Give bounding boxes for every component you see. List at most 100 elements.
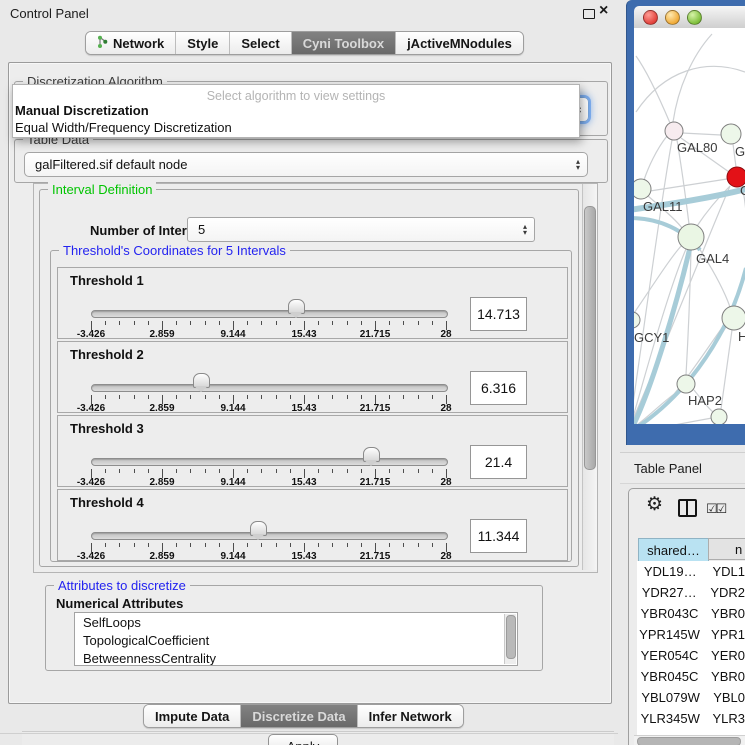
slider-tick-label: 21.715 xyxy=(360,329,391,340)
network-edge[interactable] xyxy=(650,179,727,191)
float-window-icon[interactable] xyxy=(583,9,595,19)
slider-handle[interactable] xyxy=(363,447,380,462)
slider-tick xyxy=(432,469,433,473)
table-row[interactable]: YBR045CYBR0 xyxy=(637,666,745,687)
slider-tick xyxy=(318,469,319,473)
close-icon[interactable]: × xyxy=(599,2,608,20)
network-canvas[interactable]: GAL80GACGAL11GAL4GCY1HHAP2 xyxy=(634,28,745,424)
number-of-intervals-value: 5 xyxy=(198,222,205,237)
cell-shared-name[interactable]: YDL19… xyxy=(637,561,703,582)
slider-tick xyxy=(318,321,319,325)
cell-shared-name[interactable]: YBL079W xyxy=(637,687,704,708)
cell-name[interactable]: YBR0 xyxy=(702,603,745,624)
network-node-hap2[interactable] xyxy=(677,375,695,393)
slider-tick xyxy=(418,321,419,325)
slider-handle[interactable] xyxy=(193,373,210,388)
network-window-titlebar[interactable] xyxy=(634,6,745,29)
cell-shared-name[interactable]: YLR345W xyxy=(637,708,703,729)
slider-tick-label: 28 xyxy=(440,477,451,488)
threshold-value[interactable]: 6.316 xyxy=(470,371,527,405)
attributes-group: Attributes to discretize Numerical Attri… xyxy=(45,585,543,671)
tab-jactivemnodules[interactable]: jActiveMNodules xyxy=(395,32,523,54)
table-panel-title: Table Panel xyxy=(634,461,702,476)
gear-icon[interactable]: ⚙ xyxy=(646,495,663,514)
slider-tick xyxy=(432,321,433,325)
popup-option-equal-width-frequency[interactable]: Equal Width/Frequency Discretization xyxy=(15,120,232,135)
table-row[interactable]: YLR345WYLR3 xyxy=(637,708,745,729)
network-node-gal4[interactable] xyxy=(678,224,704,250)
attribute-list-item[interactable]: TopologicalCoefficient xyxy=(75,631,517,649)
table-row[interactable]: YDR27…YDR2 xyxy=(637,582,745,603)
popup-option-manual-discretization[interactable]: Manual Discretization xyxy=(15,103,149,118)
network-node-gal11[interactable] xyxy=(634,179,651,199)
tab-style[interactable]: Style xyxy=(175,32,229,54)
slider-handle[interactable] xyxy=(250,521,267,536)
cell-name[interactable]: YPR1 xyxy=(702,624,745,645)
zoom-traffic-light-icon[interactable] xyxy=(687,10,702,25)
minimize-traffic-light-icon[interactable] xyxy=(665,10,680,25)
cell-name[interactable]: YDL1 xyxy=(703,561,745,582)
slider-handle[interactable] xyxy=(288,299,305,314)
cell-name[interactable]: YBL0 xyxy=(704,687,745,708)
table-data-selected-value: galFiltered.sif default node xyxy=(35,157,187,172)
cell-shared-name[interactable]: YPR145W xyxy=(637,624,702,645)
table-row[interactable]: YBR043CYBR0 xyxy=(637,603,745,624)
slider-tick-label: 15.43 xyxy=(291,551,316,562)
slider-tick xyxy=(219,321,220,325)
network-edge[interactable] xyxy=(644,136,667,180)
network-node-ga[interactable] xyxy=(721,124,741,144)
list-scrollbar-thumb[interactable] xyxy=(506,615,516,659)
tab-discretize-data[interactable]: Discretize Data xyxy=(240,705,356,727)
network-node[interactable] xyxy=(711,409,727,424)
apply-button[interactable]: Apply xyxy=(268,734,338,745)
list-scrollbar-track[interactable] xyxy=(504,614,516,664)
cell-name[interactable]: YLR3 xyxy=(703,708,745,729)
network-node-h[interactable] xyxy=(722,306,745,330)
network-edge[interactable] xyxy=(636,66,745,112)
table-data-select[interactable]: galFiltered.sif default node ▴▾ xyxy=(24,152,588,177)
numerical-attributes-list[interactable]: SelfLoopsTopologicalCoefficientBetweenne… xyxy=(74,612,518,666)
network-edge[interactable] xyxy=(636,56,670,123)
threshold-value[interactable]: 11.344 xyxy=(470,519,527,553)
attribute-list-item[interactable]: SelfLoops xyxy=(75,613,517,631)
network-edge[interactable] xyxy=(721,330,732,409)
table-row[interactable]: YBL079WYBL0 xyxy=(637,687,745,708)
table-hscrollbar-track[interactable] xyxy=(634,735,745,745)
table-row[interactable]: YPR145WYPR1 xyxy=(637,624,745,645)
network-node-gal80[interactable] xyxy=(665,122,683,140)
threshold-value[interactable]: 21.4 xyxy=(470,445,527,479)
tab-impute-data[interactable]: Impute Data xyxy=(144,705,240,727)
attribute-list-item[interactable]: BetweennessCentrality xyxy=(75,649,517,666)
tab-cyni-toolbox[interactable]: Cyni Toolbox xyxy=(291,32,395,54)
cell-name[interactable]: YER0 xyxy=(702,645,745,666)
cell-shared-name[interactable]: YDR27… xyxy=(637,582,701,603)
split-columns-icon[interactable] xyxy=(678,499,697,517)
close-traffic-light-icon[interactable] xyxy=(643,10,658,25)
cell-shared-name[interactable]: YBR045C xyxy=(637,666,702,687)
checkboxes-icon[interactable]: ☑☑ xyxy=(706,501,725,517)
threshold-value[interactable]: 14.713 xyxy=(470,297,527,331)
column-header-name[interactable]: n xyxy=(708,538,745,560)
table-row[interactable]: YER054CYER0 xyxy=(637,645,745,666)
cell-shared-name[interactable]: YBR043C xyxy=(637,603,702,624)
slider-tick-label: 2.859 xyxy=(149,477,174,488)
main-scrollbar-thumb[interactable] xyxy=(584,206,596,470)
slider-tick xyxy=(403,395,404,399)
network-edge[interactable] xyxy=(682,133,721,135)
combo-arrows-icon[interactable]: ▴▾ xyxy=(576,159,580,171)
tab-infer-network[interactable]: Infer Network xyxy=(357,705,463,727)
table-hscrollbar-thumb[interactable] xyxy=(637,737,741,745)
tab-network[interactable]: Network xyxy=(86,32,175,54)
tab-select[interactable]: Select xyxy=(229,32,290,54)
table-row[interactable]: YDL19…YDL1 xyxy=(637,561,745,582)
cell-shared-name[interactable]: YER054C xyxy=(637,645,702,666)
slider-tick xyxy=(119,395,120,399)
network-node-gcy1[interactable] xyxy=(634,312,640,328)
combo-arrows-icon[interactable]: ▴▾ xyxy=(523,224,527,236)
cell-name[interactable]: YDR2 xyxy=(701,582,745,603)
tab-style-label: Style xyxy=(187,36,218,51)
number-of-intervals-select[interactable]: 5 ▴▾ xyxy=(187,217,535,242)
network-edge[interactable] xyxy=(673,34,712,122)
cell-name[interactable]: YBR0 xyxy=(702,666,745,687)
column-header-shared[interactable]: shared… xyxy=(638,538,709,562)
